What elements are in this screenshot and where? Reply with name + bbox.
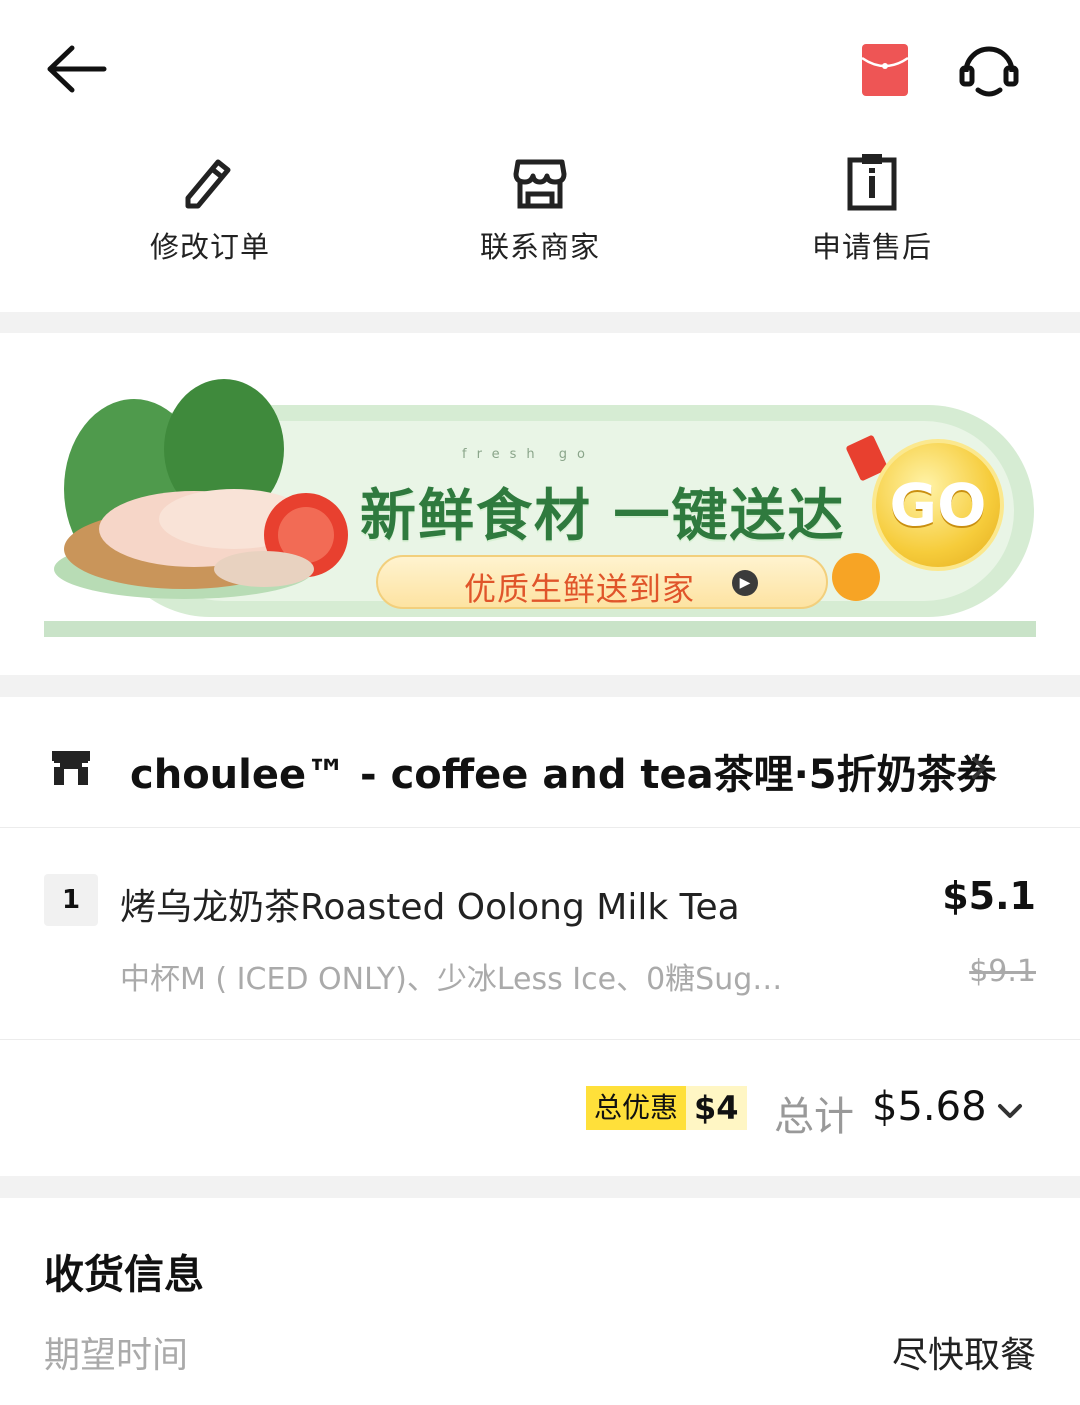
customer-service-button[interactable] bbox=[958, 40, 1020, 100]
banner-pill: 优质生鲜送到家 ▶ bbox=[376, 555, 828, 609]
promo-banner-section: fresh go 新鲜食材 一键送达 优质生鲜送到家 ▶ GO bbox=[0, 333, 1080, 675]
arrow-left-icon bbox=[47, 45, 107, 93]
order-item: 1 烤乌龙奶茶Roasted Oolong Milk Tea $5.1 中杯M … bbox=[0, 828, 1080, 1038]
go-text: GO bbox=[889, 471, 987, 539]
banner-subtitle: fresh go bbox=[462, 447, 595, 462]
item-price: $5.1 bbox=[942, 874, 1036, 918]
contact-merchant-button[interactable]: 联系商家 bbox=[430, 152, 650, 282]
red-envelope-button[interactable] bbox=[861, 44, 909, 96]
expected-time-value[interactable]: 尽快取餐 bbox=[892, 1326, 1036, 1378]
shop-icon bbox=[52, 751, 90, 785]
section-gap bbox=[0, 1176, 1080, 1198]
clipboard-info-icon bbox=[847, 154, 897, 211]
delivery-info: 收货信息 期望时间 尽快取餐 bbox=[0, 1198, 1080, 1405]
expected-time-label: 期望时间 bbox=[44, 1335, 189, 1376]
store-name: choulee™ - coffee and tea茶哩·5折奶茶券 bbox=[130, 752, 997, 798]
discount-label: 总优惠 bbox=[586, 1086, 687, 1130]
go-button[interactable]: GO bbox=[872, 439, 1004, 571]
item-name: 烤乌龙奶茶Roasted Oolong Milk Tea bbox=[120, 887, 740, 928]
store-icon bbox=[513, 159, 567, 209]
discount-amount: $4 bbox=[694, 1089, 739, 1127]
play-arrow-icon: ▶ bbox=[732, 570, 758, 596]
section-gap bbox=[0, 312, 1080, 333]
red-envelope-icon bbox=[861, 44, 909, 96]
total-label: 总计 bbox=[774, 1094, 854, 1140]
order-actions: 修改订单 联系商家 申请售后 bbox=[0, 140, 1080, 312]
delivery-title: 收货信息 bbox=[44, 1252, 204, 1298]
total-value: $5.68 bbox=[872, 1084, 987, 1130]
after-sales-label: 申请售后 bbox=[811, 230, 932, 264]
chevron-down-icon[interactable] bbox=[996, 1102, 1024, 1120]
promo-banner[interactable]: fresh go 新鲜食材 一键送达 优质生鲜送到家 ▶ GO bbox=[44, 369, 1036, 639]
discount-badge: 总优惠 $4 bbox=[586, 1086, 747, 1130]
after-sales-button[interactable]: 申请售后 bbox=[762, 152, 982, 282]
store-row[interactable]: choulee™ - coffee and tea茶哩·5折奶茶券 bbox=[0, 697, 1080, 827]
back-button[interactable] bbox=[44, 40, 110, 98]
pencil-icon bbox=[185, 159, 231, 209]
banner-pill-text: 优质生鲜送到家 bbox=[464, 570, 696, 608]
item-original-price: $9.1 bbox=[969, 954, 1036, 989]
modify-order-label: 修改订单 bbox=[149, 230, 270, 264]
contact-merchant-label: 联系商家 bbox=[479, 230, 600, 264]
top-bar bbox=[0, 0, 1080, 140]
item-quantity: 1 bbox=[44, 874, 98, 926]
chevron-right-icon bbox=[972, 757, 986, 779]
item-options: 中杯M ( ICED ONLY)、少冰Less Ice、0糖Sug… bbox=[120, 962, 783, 997]
section-gap bbox=[0, 675, 1080, 697]
order-total-row: 总优惠 $4 总计 $5.68 bbox=[0, 1040, 1080, 1176]
banner-title: 新鲜食材 一键送达 bbox=[360, 484, 846, 549]
modify-order-button[interactable]: 修改订单 bbox=[100, 152, 320, 282]
headset-icon bbox=[959, 46, 1019, 97]
